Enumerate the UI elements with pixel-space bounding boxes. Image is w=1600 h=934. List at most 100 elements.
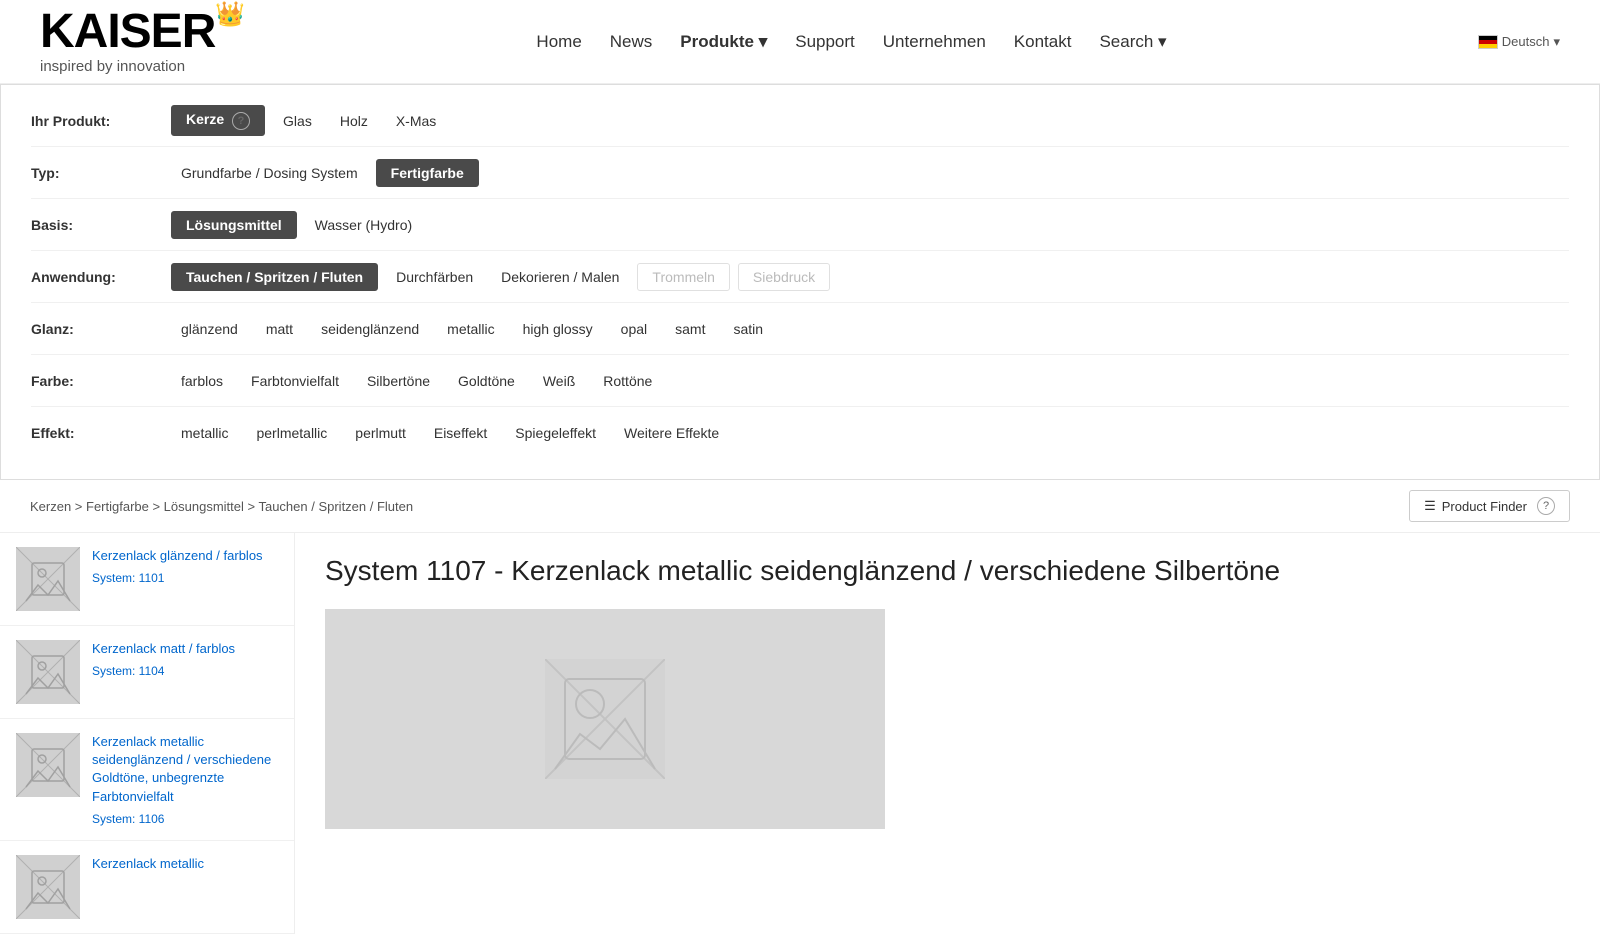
nav-unternehmen[interactable]: Unternehmen [883, 32, 986, 52]
product-name-1104: Kerzenlack matt / farblos [92, 640, 278, 658]
product-thumb-1106 [16, 733, 80, 797]
product-item-1107[interactable]: Kerzenlack metallic [0, 841, 294, 934]
finder-row-glanz: Glanz: glänzend matt seidenglänzend meta… [31, 303, 1569, 355]
option-dekorieren[interactable]: Dekorieren / Malen [491, 264, 629, 290]
finder-row-effekt: Effekt: metallic perlmetallic perlmutt E… [31, 407, 1569, 459]
option-eiseffekt[interactable]: Eiseffekt [424, 420, 497, 446]
option-spiegeleffekt[interactable]: Spiegeleffekt [505, 420, 606, 446]
option-weiss[interactable]: Weiß [533, 368, 585, 394]
nav-home[interactable]: Home [536, 32, 581, 52]
option-siebdruck: Siebdruck [738, 263, 830, 291]
language-label: Deutsch [1502, 34, 1550, 49]
language-selector[interactable]: Deutsch ▾ [1478, 34, 1560, 50]
product-thumb-1107 [16, 855, 80, 919]
finder-options-typ: Grundfarbe / Dosing System Fertigfarbe [171, 159, 479, 187]
option-opal[interactable]: opal [611, 316, 657, 342]
finder-label-effekt: Effekt: [31, 425, 171, 441]
nav-support[interactable]: Support [795, 32, 855, 52]
product-name-1107: Kerzenlack metallic [92, 855, 278, 873]
option-high-glossy[interactable]: high glossy [513, 316, 603, 342]
finder-row-typ: Typ: Grundfarbe / Dosing System Fertigfa… [31, 147, 1569, 199]
product-info-1104: Kerzenlack matt / farblos System: 1104 [92, 640, 278, 678]
option-tauchen[interactable]: Tauchen / Spritzen / Fluten [171, 263, 378, 291]
product-system-1104: System: 1104 [92, 664, 278, 678]
finder-row-basis: Basis: Lösungsmittel Wasser (Hydro) [31, 199, 1569, 251]
product-finder: Ihr Produkt: Kerze ? Glas Holz X-Mas Typ… [0, 84, 1600, 480]
product-info-1101: Kerzenlack glänzend / farblos System: 11… [92, 547, 278, 585]
option-goldtoene[interactable]: Goldtöne [448, 368, 525, 394]
finder-options-farbe: farblos Farbtonvielfalt Silbertöne Goldt… [171, 368, 662, 394]
option-trommeln: Trommeln [637, 263, 730, 291]
finder-options-effekt: metallic perlmetallic perlmutt Eiseffekt… [171, 420, 729, 446]
product-finder-help[interactable]: ? [1537, 497, 1555, 515]
finder-label-basis: Basis: [31, 217, 171, 233]
nav-kontakt[interactable]: Kontakt [1014, 32, 1072, 52]
finder-options-glanz: glänzend matt seidenglänzend metallic hi… [171, 316, 773, 342]
product-system-1106: System: 1106 [92, 812, 278, 826]
product-info-1106: Kerzenlack metallic seidenglänzend / ver… [92, 733, 278, 826]
product-thumb-1104 [16, 640, 80, 704]
product-item-1104[interactable]: Kerzenlack matt / farblos System: 1104 [0, 626, 294, 719]
product-item-1106[interactable]: Kerzenlack metallic seidenglänzend / ver… [0, 719, 294, 841]
product-list: Kerzenlack glänzend / farblos System: 11… [0, 533, 295, 934]
header: KAISER 👑 inspired by innovation Home New… [0, 0, 1600, 84]
product-name-1101: Kerzenlack glänzend / farblos [92, 547, 278, 565]
option-matt[interactable]: matt [256, 316, 303, 342]
product-item-1101[interactable]: Kerzenlack glänzend / farblos System: 11… [0, 533, 294, 626]
option-fertigfarbe[interactable]: Fertigfarbe [376, 159, 479, 187]
finder-label-glanz: Glanz: [31, 321, 171, 337]
logo-subtitle: inspired by innovation [40, 58, 245, 75]
finder-label-typ: Typ: [31, 165, 171, 181]
finder-label-product: Ihr Produkt: [31, 113, 171, 129]
finder-label-farbe: Farbe: [31, 373, 171, 389]
filter-icon: ☰ [1424, 498, 1436, 514]
breadcrumb: Kerzen > Fertigfarbe > Lösungsmittel > T… [30, 499, 413, 514]
logo-area: KAISER 👑 inspired by innovation [40, 8, 245, 75]
option-weitere-effekte[interactable]: Weitere Effekte [614, 420, 729, 446]
option-satin[interactable]: satin [723, 316, 773, 342]
option-seidenglaenzend[interactable]: seidenglänzend [311, 316, 429, 342]
product-finder-button[interactable]: ☰ Product Finder ? [1409, 490, 1570, 522]
option-silbertoene[interactable]: Silbertöne [357, 368, 440, 394]
nav-area: Home News Produkte ▾ Support Unternehmen… [536, 32, 1166, 52]
product-detail: System 1107 - Kerzenlack metallic seiden… [295, 533, 1600, 934]
option-glaenzend[interactable]: glänzend [171, 316, 248, 342]
option-durchfaerben[interactable]: Durchfärben [386, 264, 483, 290]
option-metallic-glanz[interactable]: metallic [437, 316, 504, 342]
option-loesungsmittel[interactable]: Lösungsmittel [171, 211, 297, 239]
product-thumb-1101 [16, 547, 80, 611]
option-metallic-effekt[interactable]: metallic [171, 420, 238, 446]
logo-text: KAISER [40, 8, 215, 56]
option-kerze[interactable]: Kerze ? [171, 105, 265, 136]
lang-dropdown-icon: ▾ [1553, 34, 1560, 50]
finder-options-basis: Lösungsmittel Wasser (Hydro) [171, 211, 422, 239]
kerze-help-badge[interactable]: ? [232, 112, 250, 130]
option-holz[interactable]: Holz [330, 108, 378, 134]
option-rottoene[interactable]: Rottöne [593, 368, 662, 394]
finder-label-anwendung: Anwendung: [31, 269, 171, 285]
option-perlmutt[interactable]: perlmutt [345, 420, 416, 446]
nav-produkte[interactable]: Produkte ▾ [680, 32, 767, 52]
option-glas[interactable]: Glas [273, 108, 322, 134]
product-info-1107: Kerzenlack metallic [92, 855, 278, 879]
detail-title: System 1107 - Kerzenlack metallic seiden… [325, 553, 1570, 589]
option-wasser[interactable]: Wasser (Hydro) [305, 212, 423, 238]
option-samt[interactable]: samt [665, 316, 715, 342]
product-system-1101: System: 1101 [92, 571, 278, 585]
option-farblos[interactable]: farblos [171, 368, 233, 394]
crown-icon: 👑 [215, 0, 245, 29]
finder-options-product: Kerze ? Glas Holz X-Mas [171, 105, 446, 136]
nav-search[interactable]: Search ▾ [1099, 32, 1166, 52]
detail-image [325, 609, 885, 829]
option-farbtonvielfalt[interactable]: Farbtonvielfalt [241, 368, 349, 394]
product-finder-label: Product Finder [1442, 499, 1527, 514]
flag-icon [1478, 35, 1498, 49]
option-grundfarbe[interactable]: Grundfarbe / Dosing System [171, 160, 368, 186]
breadcrumb-bar: Kerzen > Fertigfarbe > Lösungsmittel > T… [0, 480, 1600, 533]
product-name-1106: Kerzenlack metallic seidenglänzend / ver… [92, 733, 278, 806]
finder-row-product: Ihr Produkt: Kerze ? Glas Holz X-Mas [31, 95, 1569, 147]
option-xmas[interactable]: X-Mas [386, 108, 446, 134]
main-content: Kerzenlack glänzend / farblos System: 11… [0, 533, 1600, 934]
nav-news[interactable]: News [610, 32, 653, 52]
option-perlmetallic[interactable]: perlmetallic [246, 420, 337, 446]
